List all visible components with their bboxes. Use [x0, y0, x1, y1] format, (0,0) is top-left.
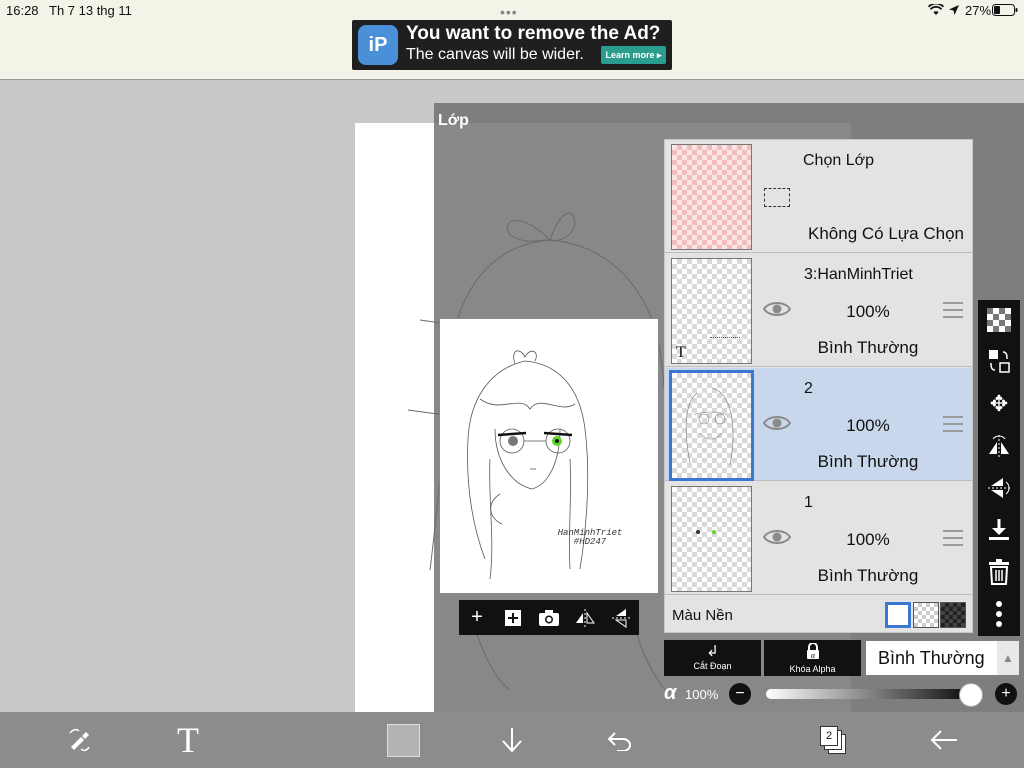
alpha-slider[interactable]	[766, 689, 966, 699]
preview-toolbar: +	[459, 600, 639, 635]
bottom-toolbar: T 2	[0, 712, 1024, 768]
text-layer-badge: T	[676, 344, 686, 361]
app-logo-icon: iP	[358, 25, 398, 65]
top-bar: 16:28 Th 7 13 thg 11 ••• 27% iP You want…	[0, 0, 1024, 80]
battery-icon	[992, 4, 1018, 16]
drag-handle-icon[interactable]	[943, 302, 963, 318]
alpha-symbol: α	[664, 682, 677, 704]
text-tool-icon[interactable]: T	[170, 722, 206, 758]
wifi-icon	[928, 4, 944, 15]
lock-icon: α	[764, 642, 861, 664]
bg-white-swatch[interactable]	[885, 602, 911, 628]
status-time: 16:28	[6, 3, 39, 18]
canvas-preview[interactable]: HanMinhTriet #HD247	[439, 318, 659, 594]
more-icon[interactable]	[984, 599, 1014, 629]
layer-name: 1	[804, 494, 813, 511]
layer-opacity: 100%	[846, 302, 890, 321]
chevron-up-icon[interactable]: ▲	[997, 641, 1019, 675]
color-swatch[interactable]	[387, 724, 420, 757]
ad-title: You want to remove the Ad?	[406, 23, 661, 44]
layer-name: 3:HanMinhTriet	[804, 266, 913, 283]
transform-layer-icon[interactable]	[984, 346, 1014, 376]
flip-vertical-icon[interactable]	[984, 473, 1014, 503]
multitask-grabber[interactable]: •••	[500, 5, 518, 19]
add-copy-icon[interactable]	[498, 603, 528, 632]
back-arrow-icon[interactable]	[926, 723, 962, 757]
arrow-down-icon[interactable]	[494, 723, 530, 757]
layer-list: Chọn Lớp Không Có Lựa Chọn T 3:HanMinhTr…	[664, 139, 973, 633]
alpha-decrease-button[interactable]: −	[729, 683, 751, 705]
checkerboard-icon[interactable]	[984, 305, 1014, 335]
status-date: Th 7 13 thg 11	[49, 3, 132, 18]
visibility-eye-icon[interactable]	[763, 414, 791, 432]
undo-icon[interactable]	[602, 723, 638, 757]
ad-subtitle: The canvas will be wider.	[406, 46, 584, 63]
brush-eraser-swap-icon[interactable]	[62, 723, 98, 757]
layer-opacity: 100%	[846, 530, 890, 549]
visibility-eye-icon[interactable]	[763, 300, 791, 318]
camera-icon[interactable]	[534, 603, 564, 632]
layer-thumbnail	[669, 370, 754, 481]
layer-thumbnail: T	[671, 258, 752, 364]
alpha-value: 100%	[685, 687, 719, 702]
selection-title: Chọn Lớp	[803, 152, 874, 169]
trash-icon[interactable]	[984, 557, 1014, 587]
layer-row[interactable]: T 3:HanMinhTriet 100% Bình Thường	[665, 254, 972, 367]
preview-drawing: HanMinhTriet #HD247	[467, 350, 622, 580]
selection-layer-row[interactable]: Chọn Lớp Không Có Lựa Chọn	[665, 140, 972, 253]
layer-opacity: 100%	[846, 416, 890, 435]
layer-name: 2	[804, 380, 813, 397]
bg-dark-swatch[interactable]	[940, 602, 966, 628]
background-color-label: Màu Nền	[672, 607, 733, 624]
visibility-eye-icon[interactable]	[763, 528, 791, 546]
flip-horizontal-icon[interactable]	[984, 431, 1014, 461]
blend-mode-select[interactable]: Bình Thường	[866, 641, 997, 675]
bg-transparent-swatch[interactable]	[913, 602, 939, 628]
selection-rect-icon	[764, 188, 790, 207]
clipping-button[interactable]: ↲ Cắt Đoạn	[664, 640, 761, 676]
alpha-slider-knob[interactable]	[959, 683, 983, 707]
alpha-increase-button[interactable]: +	[995, 683, 1017, 705]
alpha-lock-label: Khóa Alpha	[789, 664, 836, 674]
flip-v-icon[interactable]	[606, 603, 636, 632]
thumbnail-text-mark	[710, 337, 740, 340]
clipping-arrow-icon: ↲	[706, 643, 719, 660]
layer-blend-mode: Bình Thường	[817, 338, 919, 357]
selection-status: Không Có Lựa Chọn	[808, 224, 964, 243]
merge-down-icon[interactable]	[984, 515, 1014, 545]
layer-blend-mode: Bình Thường	[817, 452, 919, 471]
layer-tools-sidebar: ✥	[978, 300, 1020, 636]
layer-blend-mode: Bình Thường	[817, 566, 919, 585]
background-color-row: Màu Nền	[665, 597, 972, 633]
clipping-label: Cắt Đoạn	[693, 661, 732, 671]
layers-button[interactable]: 2	[820, 726, 850, 756]
ad-banner[interactable]: iP You want to remove the Ad? The canvas…	[352, 20, 672, 70]
alpha-lock-button[interactable]: α Khóa Alpha	[764, 640, 861, 676]
panel-title: Lớp	[438, 112, 469, 129]
flip-h-icon[interactable]	[570, 603, 600, 632]
location-icon	[949, 5, 959, 15]
layer-thumbnail	[671, 486, 752, 592]
preview-signature-line2: #HD247	[574, 537, 607, 547]
drag-handle-icon[interactable]	[943, 416, 963, 432]
layer-row-selected[interactable]: 2 100% Bình Thường	[665, 368, 972, 481]
learn-more-button[interactable]: Learn more ▸	[601, 46, 666, 64]
add-layer-icon[interactable]: +	[462, 603, 492, 632]
selection-thumbnail	[671, 144, 752, 250]
battery-percent: 27%	[965, 3, 992, 18]
drag-handle-icon[interactable]	[943, 530, 963, 546]
layer-row[interactable]: 1 100% Bình Thường	[665, 482, 972, 595]
layer-count: 2	[825, 730, 833, 742]
move-icon[interactable]: ✥	[984, 389, 1014, 419]
